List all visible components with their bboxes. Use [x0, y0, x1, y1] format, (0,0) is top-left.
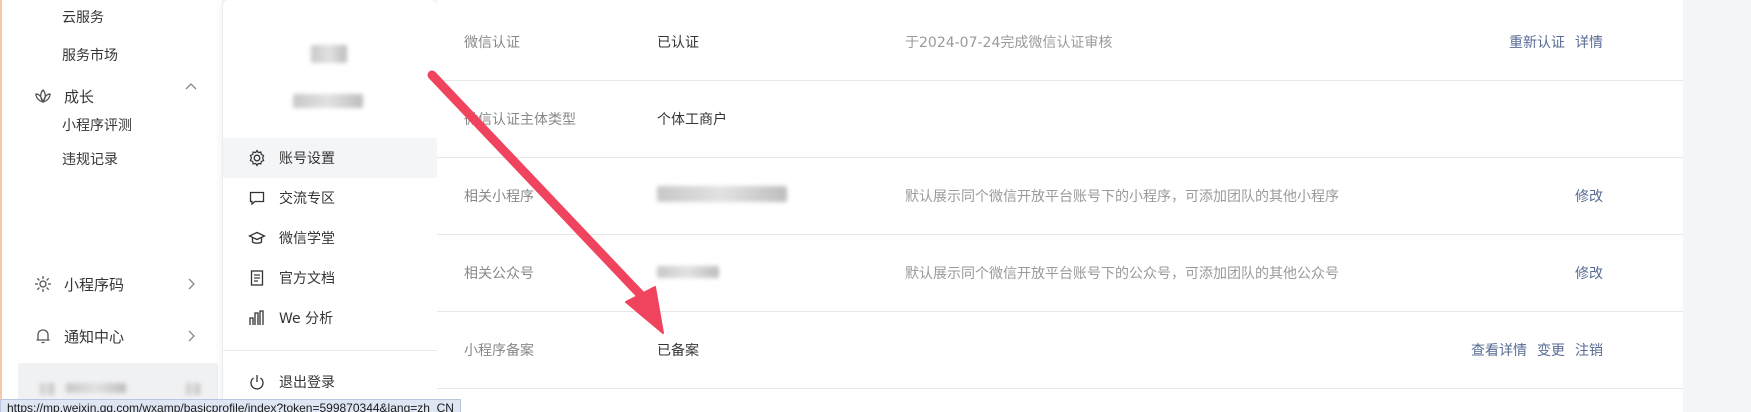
- row-verification-entity-type: 微信认证主体类型 个体工商户: [437, 81, 1683, 158]
- sidebar-group-qrcode[interactable]: 小程序码: [32, 273, 124, 295]
- menu-item-label: 账号设置: [279, 151, 335, 167]
- details-link[interactable]: 详情: [1575, 32, 1603, 52]
- row-description: 于2024-07-24完成微信认证审核: [905, 35, 1113, 51]
- sidebar-item-cloud-service[interactable]: 云服务: [62, 7, 104, 27]
- reverify-link[interactable]: 重新认证: [1509, 32, 1565, 52]
- row-related-miniprograms: 相关小程序 默认展示同个微信开放平台账号下的小程序，可添加团队的其他小程序 修改: [437, 158, 1683, 235]
- sidebar-group-notify[interactable]: 通知中心: [32, 325, 124, 347]
- sidebar-group-label: 通知中心: [64, 327, 125, 346]
- row-wechat-verification: 微信认证 已认证 于2024-07-24完成微信认证审核 重新认证 详情: [437, 4, 1683, 81]
- lotus-icon: [32, 85, 54, 107]
- analytics-icon: [247, 308, 267, 328]
- menu-item-community[interactable]: 交流专区: [223, 178, 437, 218]
- row-value: 已备案: [657, 343, 699, 359]
- account-arrow-redacted: [186, 383, 200, 395]
- sidebar-group-label: 小程序码: [64, 275, 125, 294]
- document-icon: [247, 268, 267, 288]
- menu-item-label: 交流专区: [279, 191, 335, 207]
- row-description: 默认展示同个微信开放平台账号下的公众号，可添加团队的其他公众号: [905, 266, 1339, 282]
- popup-avatar-redacted: [311, 45, 347, 63]
- basic-settings-card: 微信认证 已认证 于2024-07-24完成微信认证审核 重新认证 详情 微信认…: [437, 0, 1683, 412]
- chevron-right-icon[interactable]: [184, 277, 198, 291]
- cancel-filing-link[interactable]: 注销: [1575, 340, 1603, 360]
- left-sidebar: 云服务 服务市场 成长 小程序评测 违规记录 小程序码 通知中心: [0, 0, 222, 412]
- view-details-link[interactable]: 查看详情: [1471, 340, 1527, 360]
- row-label: 微信认证主体类型: [464, 112, 576, 128]
- menu-item-label: 退出登录: [279, 375, 335, 391]
- sidebar-item-miniprogram-review[interactable]: 小程序评测: [62, 115, 132, 135]
- row-actions: 修改: [1575, 235, 1603, 311]
- bell-icon: [32, 325, 54, 347]
- menu-item-logout[interactable]: 退出登录: [223, 362, 437, 402]
- graduation-cap-icon: [247, 228, 267, 248]
- sidebar-group-label: 成长: [64, 87, 95, 106]
- row-miniprogram-filing: 小程序备案 已备案 查看详情 变更 注销: [437, 312, 1683, 389]
- account-popup-menu: 账号设置 交流专区 微信学堂 官方文档 We 分析 退出登录: [223, 0, 437, 412]
- related-miniprogram-redacted: [657, 186, 787, 202]
- modify-link[interactable]: 修改: [1575, 263, 1603, 283]
- sidebar-group-growth[interactable]: 成长: [32, 85, 94, 107]
- menu-item-we-analytics[interactable]: We 分析: [223, 298, 437, 338]
- menu-divider: [223, 350, 437, 351]
- avatar: [40, 383, 54, 395]
- menu-item-label: 微信学堂: [279, 231, 335, 247]
- chevron-right-icon[interactable]: [184, 329, 198, 343]
- power-icon: [247, 372, 267, 392]
- row-label: 微信认证: [464, 35, 520, 51]
- menu-item-official-docs[interactable]: 官方文档: [223, 258, 437, 298]
- row-related-official-accounts: 相关公众号 默认展示同个微信开放平台账号下的公众号，可添加团队的其他公众号 修改: [437, 235, 1683, 312]
- change-link[interactable]: 变更: [1537, 340, 1565, 360]
- menu-item-label: We 分析: [279, 311, 334, 327]
- row-label: 小程序备案: [464, 343, 534, 359]
- related-account-redacted: [657, 266, 719, 278]
- account-name-redacted: [66, 383, 126, 393]
- row-description: 默认展示同个微信开放平台账号下的小程序，可添加团队的其他小程序: [905, 189, 1339, 205]
- menu-item-wechat-academy[interactable]: 微信学堂: [223, 218, 437, 258]
- sidebar-item-violations[interactable]: 违规记录: [62, 149, 118, 169]
- status-bar-url: https://mp.weixin.qq.com/wxamp/basicprof…: [0, 399, 461, 412]
- chat-icon: [247, 188, 267, 208]
- gear-icon: [247, 148, 267, 168]
- row-value: 个体工商户: [657, 112, 727, 128]
- row-value: 已认证: [657, 35, 699, 51]
- row-actions: 修改: [1575, 158, 1603, 234]
- row-actions: 重新认证 详情: [1509, 4, 1603, 80]
- row-label: 相关小程序: [464, 189, 534, 205]
- row-actions: 查看详情 变更 注销: [1471, 312, 1603, 388]
- menu-item-account-settings[interactable]: 账号设置: [223, 138, 437, 178]
- menu-item-label: 官方文档: [279, 271, 335, 287]
- sidebar-item-service-market[interactable]: 服务市场: [62, 45, 118, 65]
- modify-link[interactable]: 修改: [1575, 186, 1603, 206]
- chevron-up-icon[interactable]: [184, 79, 198, 93]
- row-label: 相关公众号: [464, 266, 534, 282]
- qrcode-icon: [32, 273, 54, 295]
- popup-username-redacted: [293, 94, 363, 108]
